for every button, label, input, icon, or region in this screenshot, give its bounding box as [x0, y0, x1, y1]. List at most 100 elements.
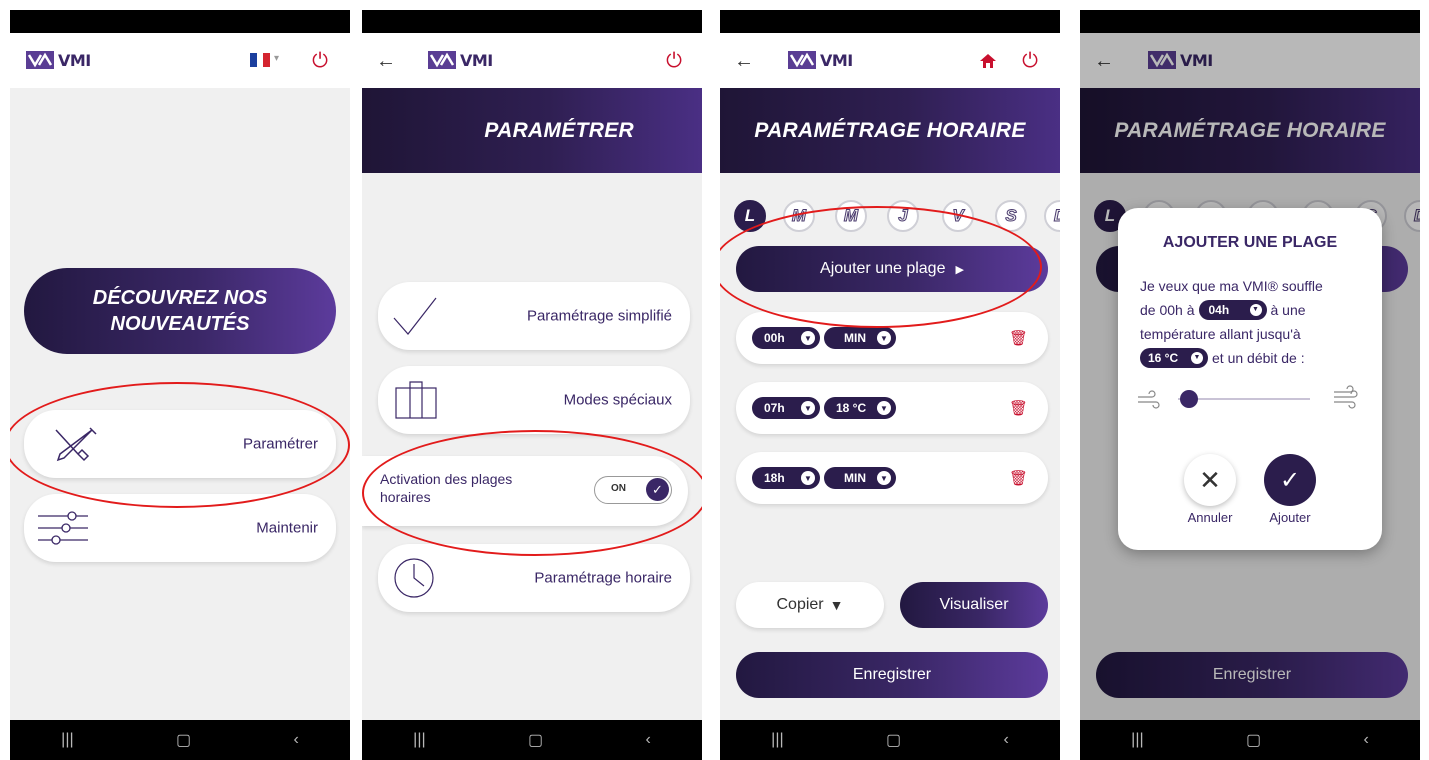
vmi-logo: VMI [428, 49, 493, 71]
caret-down-icon: ▼ [801, 471, 815, 485]
hour-value: 04h [1208, 303, 1230, 317]
value-select[interactable]: MIN ▼ [824, 467, 896, 489]
temperature-value: 16 °C [1148, 351, 1179, 365]
home-circle-icon[interactable]: ▢ [176, 730, 191, 750]
power-icon[interactable]: ⏻ [1018, 49, 1042, 73]
caret-down-icon: ▼ [1249, 304, 1262, 316]
value-select[interactable]: 18 °C ▼ [824, 397, 896, 419]
highlight-ellipse [10, 382, 350, 508]
dialog-title: AJOUTER UNE PLAGE [1162, 234, 1338, 251]
stage: VMI ▾ ⏻ DÉCOUVREZ NOS NOUVEAUTÉS Paramét… [0, 0, 1429, 760]
page-title: PARAMÉTRER [484, 118, 634, 142]
suitcase-icon [395, 381, 437, 419]
android-nav-bar: ||| ▢ ‹ [10, 720, 350, 760]
add-label: Ajouter [1269, 510, 1311, 525]
logo-text: VMI [820, 50, 853, 70]
status-bar [362, 10, 702, 33]
hour-select[interactable]: 00h ▼ [752, 327, 820, 349]
cancel-label: Annuler [1187, 510, 1233, 525]
cancel-button[interactable]: ✕ [1184, 454, 1236, 506]
hour-value: 07h [764, 401, 785, 415]
page-banner: PARAMÉTRER [362, 88, 702, 173]
vmi-logo: VMI [26, 49, 91, 71]
chevron-down-icon[interactable]: ▾ [274, 53, 279, 64]
app-bar: ← VMI ⏻ [720, 33, 1060, 88]
phone-horaire: ← VMI ⏻ PARAMÉTRAGE HORAIRE L M M J V S … [720, 10, 1060, 760]
power-icon[interactable]: ⏻ [308, 49, 332, 73]
power-icon[interactable]: ⏻ [662, 49, 686, 73]
back-chevron-icon[interactable]: ‹ [1363, 731, 1368, 749]
home-circle-icon[interactable]: ▢ [886, 730, 901, 750]
view-label: Visualiser [939, 596, 1009, 613]
home-icon[interactable] [976, 49, 1000, 73]
view-button[interactable]: Visualiser [900, 582, 1048, 628]
home-circle-icon[interactable]: ▢ [528, 730, 543, 750]
item-modes-speciaux[interactable]: Modes spéciaux [378, 366, 690, 434]
hour-select[interactable]: 18h ▼ [752, 467, 820, 489]
range-value: MIN [844, 471, 866, 485]
close-icon: ✕ [1199, 464, 1221, 495]
trash-icon[interactable]: 🗑 [1009, 469, 1028, 487]
flag-fr-icon[interactable] [250, 53, 271, 67]
item-label: Modes spéciaux [563, 391, 672, 409]
save-button[interactable]: Enregistrer [736, 652, 1048, 698]
temperature-select[interactable]: 16 °C ▼ [1140, 348, 1208, 368]
dialog-line: 16 °C ▼ et un débit de : [1140, 346, 1370, 370]
range-row: 18h ▼ MIN ▼ 🗑 [736, 452, 1048, 504]
dialog-line: température allant jusqu'à [1140, 326, 1301, 342]
range-value: 18 °C [836, 401, 867, 415]
back-arrow-icon[interactable]: ← [732, 49, 756, 73]
status-bar [10, 10, 350, 33]
recent-apps-icon[interactable]: ||| [413, 731, 425, 749]
menu-label: Maintenir [256, 519, 318, 537]
android-nav-bar: ||| ▢ ‹ [362, 720, 702, 760]
recent-apps-icon[interactable]: ||| [1131, 731, 1143, 749]
caret-down-icon: ▼ [877, 401, 891, 415]
recent-apps-icon[interactable]: ||| [61, 731, 73, 749]
confirm-button[interactable]: ✓ [1264, 454, 1316, 506]
page-banner: PARAMÉTRAGE HORAIRE [720, 88, 1060, 173]
home-circle-icon[interactable]: ▢ [1246, 730, 1261, 750]
dialog-text-part: à une [1270, 302, 1306, 318]
day-sunday[interactable]: D [1044, 200, 1060, 232]
caret-down-icon: ▼ [801, 331, 815, 345]
item-parametrage-simplifie[interactable]: Paramétrage simplifié [378, 282, 690, 350]
hour-value: 18h [764, 471, 785, 485]
hour-select[interactable]: 07h ▼ [752, 397, 820, 419]
copy-label: Copier [776, 596, 824, 613]
phone-add-range-dialog: ← VMI PARAMÉTRAGE HORAIRE L M M J V S D … [1080, 10, 1420, 760]
trash-icon[interactable]: 🗑 [1009, 399, 1028, 417]
flow-slider-thumb[interactable] [1179, 390, 1198, 408]
back-chevron-icon[interactable]: ‹ [1003, 731, 1008, 749]
phone-home: VMI ▾ ⏻ DÉCOUVREZ NOS NOUVEAUTÉS Paramét… [10, 10, 350, 760]
back-chevron-icon[interactable]: ‹ [293, 731, 298, 749]
dialog-text: Je veux que ma VMI® souffle de 00h à 04h… [1140, 274, 1370, 370]
hour-select[interactable]: 04h ▼ [1198, 300, 1267, 320]
promo-banner[interactable]: DÉCOUVREZ NOS NOUVEAUTÉS [24, 268, 336, 354]
value-select[interactable]: MIN ▼ [824, 327, 896, 349]
caret-down-icon: ▼ [829, 597, 844, 613]
caret-down-icon: ▼ [877, 331, 891, 345]
check-icon: ✓ [1279, 466, 1301, 494]
range-value: MIN [844, 331, 866, 345]
logo-text: VMI [460, 50, 493, 70]
status-bar [720, 10, 1060, 33]
vmi-logo: VMI [788, 49, 853, 71]
app-bar: ← VMI ⏻ [362, 33, 702, 88]
caret-down-icon: ▼ [877, 471, 891, 485]
dialog-line: Je veux que ma VMI® souffle [1140, 278, 1323, 294]
save-label: Enregistrer [852, 666, 932, 683]
android-nav-bar: ||| ▢ ‹ [720, 720, 1060, 760]
copy-button[interactable]: Copier ▼ [736, 582, 884, 628]
caret-down-icon: ▼ [801, 401, 815, 415]
flow-slider-track[interactable] [1178, 398, 1310, 400]
wind-high-icon [1334, 385, 1358, 409]
clock-icon [394, 558, 434, 598]
dialog-text-part: de 00h à [1140, 302, 1195, 318]
back-chevron-icon[interactable]: ‹ [645, 731, 650, 749]
trash-icon[interactable]: 🗑 [1009, 329, 1028, 347]
back-arrow-icon[interactable]: ← [374, 49, 398, 73]
highlight-ellipse [720, 206, 1042, 328]
recent-apps-icon[interactable]: ||| [771, 731, 783, 749]
range-row: 07h ▼ 18 °C ▼ 🗑 [736, 382, 1048, 434]
